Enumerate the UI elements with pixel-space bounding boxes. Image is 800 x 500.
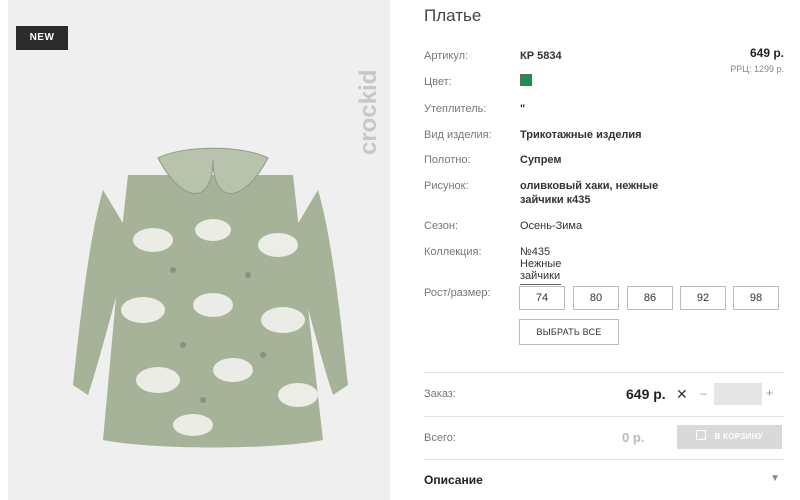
season-value: Осень-Зима xyxy=(520,220,583,232)
divider-1 xyxy=(424,372,784,373)
insulation-label: Утеплитель: xyxy=(424,103,487,115)
divider-2 xyxy=(424,416,784,417)
size-label: Рост/размер: xyxy=(424,287,491,299)
total-label: Всего: xyxy=(424,432,456,444)
color-swatch[interactable] xyxy=(520,74,532,86)
pattern-value-line2: зайчики к435 xyxy=(520,194,591,206)
fabric-label: Полотно: xyxy=(424,154,471,166)
fabric-value: Супрем xyxy=(520,154,562,166)
size-button-80[interactable]: 80 xyxy=(573,286,619,310)
dress-illustration xyxy=(73,147,348,448)
remove-x-icon[interactable]: ✕ xyxy=(676,386,688,403)
select-all-button[interactable]: ВЫБРАТЬ ВСЕ xyxy=(519,319,619,345)
description-toggle[interactable]: Описание xyxy=(424,473,483,487)
pattern-label: Рисунок: xyxy=(424,180,469,192)
product-image-panel: NEW crockid xyxy=(8,0,390,500)
quantity-increment-button[interactable]: + xyxy=(766,386,773,400)
total-value: 0 р. xyxy=(622,430,645,445)
page-title: Платье xyxy=(424,6,482,25)
size-button-92[interactable]: 92 xyxy=(680,286,726,310)
size-button-86[interactable]: 86 xyxy=(627,286,673,310)
product-type-label: Вид изделия: xyxy=(424,129,492,141)
collection-label: Коллекция: xyxy=(424,246,482,258)
collection-link[interactable]: №435 Нежные зайчики xyxy=(520,246,561,285)
price: 649 р. xyxy=(749,46,784,60)
dress-image xyxy=(63,120,363,500)
chevron-down-icon[interactable]: ▼ xyxy=(770,473,780,484)
add-to-cart-button[interactable]: В КОРЗИНУ xyxy=(677,425,782,449)
rrp-price: РРЦ: 1299 р. xyxy=(730,64,784,74)
add-to-cart-label: В КОРЗИНУ xyxy=(714,432,764,441)
size-button-74[interactable]: 74 xyxy=(519,286,565,310)
article-value: КР 5834 xyxy=(520,50,562,62)
product-details: Платье Артикул: КР 5834 649 р. РРЦ: 1299… xyxy=(424,0,784,500)
order-label: Заказ: xyxy=(424,388,456,400)
size-button-98[interactable]: 98 xyxy=(733,286,779,310)
quantity-input[interactable] xyxy=(714,383,762,405)
cart-icon xyxy=(695,430,706,440)
divider-3 xyxy=(424,459,784,460)
order-price: 649 р. xyxy=(626,386,666,402)
insulation-value: " xyxy=(520,103,526,115)
season-label: Сезон: xyxy=(424,220,458,232)
article-label: Артикул: xyxy=(424,50,469,62)
new-badge: NEW xyxy=(16,26,68,50)
color-label: Цвет: xyxy=(424,76,452,88)
product-type-value: Трикотажные изделия xyxy=(520,129,642,141)
quantity-decrement-button[interactable]: – xyxy=(700,386,707,400)
pattern-value-line1: оливковый хаки, нежные xyxy=(520,180,659,192)
